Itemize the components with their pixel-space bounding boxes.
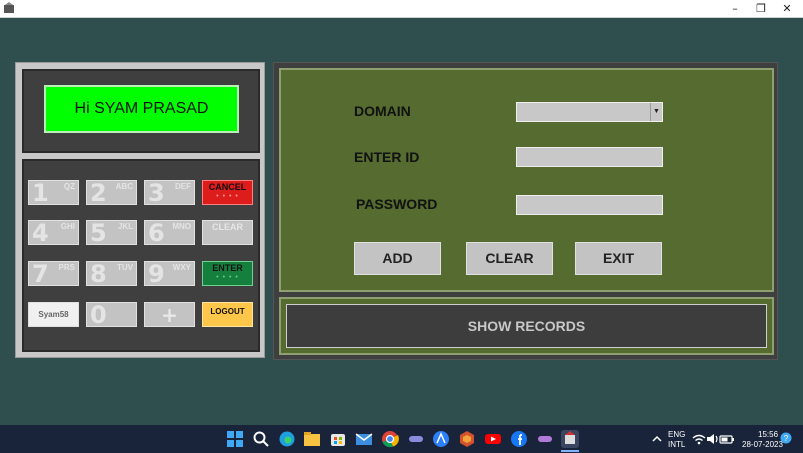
login-form: DOMAIN ▼ ENTER ID PASSWORD ADD CLEAR EXI… bbox=[279, 68, 774, 292]
add-button[interactable]: ADD bbox=[354, 242, 441, 275]
show-records-panel: SHOW RECORDS bbox=[279, 297, 774, 355]
search-icon[interactable] bbox=[252, 430, 270, 448]
key-digit: 4 bbox=[32, 219, 49, 247]
logout-button[interactable]: LOGOUT bbox=[202, 302, 253, 327]
key-7[interactable]: 7 PRS bbox=[28, 260, 79, 288]
key-letters: MNO bbox=[172, 222, 191, 231]
app-icon bbox=[4, 2, 14, 13]
user-id-button[interactable]: Syam58 bbox=[28, 302, 79, 327]
clear-button[interactable]: CLEAR bbox=[466, 242, 553, 275]
exit-button[interactable]: EXIT bbox=[575, 242, 662, 275]
language-top[interactable]: ENG bbox=[668, 430, 685, 439]
key-letters: WXY bbox=[172, 263, 191, 272]
key-1[interactable]: 1 QZ bbox=[28, 179, 79, 207]
file-explorer-icon[interactable] bbox=[303, 430, 321, 448]
youtube-icon[interactable] bbox=[484, 430, 502, 448]
form-container: DOMAIN ▼ ENTER ID PASSWORD ADD CLEAR EXI… bbox=[273, 62, 778, 360]
key-digit: 0 bbox=[90, 301, 107, 329]
edge-browser-icon[interactable] bbox=[278, 430, 296, 448]
svg-text:?: ? bbox=[784, 434, 789, 443]
key-5[interactable]: 5 JKL bbox=[86, 219, 137, 247]
app-store-icon[interactable] bbox=[432, 430, 450, 448]
key-letters: GHI bbox=[60, 222, 75, 231]
chevron-down-icon[interactable]: ▼ bbox=[650, 103, 662, 121]
clock-date[interactable]: 28-07-2023 bbox=[742, 440, 783, 449]
taskbar: ENG INTL 15:56 28-07-2023 ? bbox=[0, 425, 803, 453]
key-9[interactable]: 9 WXY bbox=[144, 260, 195, 288]
windows-start-icon[interactable] bbox=[226, 430, 244, 448]
greeting-display: Hi SYAM PRASAD bbox=[44, 85, 239, 133]
display-frame: Hi SYAM PRASAD bbox=[22, 69, 260, 153]
active-app-indicator bbox=[561, 450, 579, 452]
key-digit: 8 bbox=[90, 260, 107, 288]
enter-label: ENTER bbox=[212, 263, 243, 273]
atm-panel: Hi SYAM PRASAD 1 QZ 2 ABC 3 DEF CANCEL •… bbox=[15, 62, 265, 358]
title-bar: – ❐ ✕ bbox=[0, 0, 803, 18]
key-letters: DEF bbox=[175, 182, 191, 191]
chevron-up-icon[interactable] bbox=[648, 430, 666, 448]
logout-label: LOGOUT bbox=[210, 307, 245, 316]
show-records-button[interactable]: SHOW RECORDS bbox=[286, 304, 767, 348]
user-label: Syam58 bbox=[38, 310, 69, 319]
key-4[interactable]: 4 GHI bbox=[28, 219, 79, 247]
office-icon[interactable] bbox=[458, 430, 476, 448]
enter-id-label: ENTER ID bbox=[354, 149, 420, 165]
app-icon-generic-2[interactable] bbox=[536, 430, 554, 448]
password-label: PASSWORD bbox=[356, 196, 438, 212]
key-0[interactable]: 0 bbox=[86, 301, 137, 329]
domain-label: DOMAIN bbox=[354, 103, 411, 119]
close-button[interactable]: ✕ bbox=[774, 0, 800, 17]
plus-button[interactable]: + bbox=[144, 302, 195, 327]
plus-label: + bbox=[161, 303, 178, 327]
key-letters: JKL bbox=[117, 222, 133, 231]
key-digit: 9 bbox=[148, 260, 165, 288]
key-digit: 5 bbox=[90, 219, 107, 247]
key-dots: • • • • bbox=[216, 274, 239, 281]
key-digit: 2 bbox=[90, 179, 107, 207]
battery-icon[interactable] bbox=[718, 430, 736, 448]
cancel-button[interactable]: CANCEL • • • • bbox=[202, 180, 253, 205]
password-field[interactable] bbox=[516, 195, 663, 215]
clear-label: CLEAR bbox=[212, 222, 243, 232]
key-8[interactable]: 8 TUV bbox=[86, 260, 137, 288]
key-digit: 3 bbox=[148, 179, 165, 207]
key-digit: 6 bbox=[148, 219, 165, 247]
key-3[interactable]: 3 DEF bbox=[144, 179, 195, 207]
mail-icon[interactable] bbox=[355, 430, 373, 448]
clock-time[interactable]: 15:56 bbox=[758, 430, 778, 439]
key-2[interactable]: 2 ABC bbox=[86, 179, 137, 207]
keypad: 1 QZ 2 ABC 3 DEF CANCEL • • • • 4 GHI 5 … bbox=[22, 159, 260, 352]
key-letters: PRS bbox=[58, 263, 75, 272]
domain-select[interactable]: ▼ bbox=[516, 102, 663, 122]
key-digit: 7 bbox=[32, 260, 49, 288]
key-letters: QZ bbox=[63, 182, 75, 191]
enter-button[interactable]: ENTER • • • • bbox=[202, 261, 253, 286]
key-6[interactable]: 6 MNO bbox=[144, 219, 195, 247]
maximize-button[interactable]: ❐ bbox=[748, 0, 774, 17]
store-icon[interactable] bbox=[329, 430, 347, 448]
facebook-icon[interactable] bbox=[510, 430, 528, 448]
chrome-icon[interactable] bbox=[381, 430, 399, 448]
app-icon-generic[interactable] bbox=[407, 430, 425, 448]
help-icon[interactable]: ? bbox=[780, 432, 792, 444]
key-dots: • • • • bbox=[216, 193, 239, 200]
enter-id-field[interactable] bbox=[516, 147, 663, 167]
language-bottom[interactable]: INTL bbox=[668, 440, 685, 449]
key-letters: TUV bbox=[117, 263, 133, 272]
atm-app-icon[interactable] bbox=[561, 430, 579, 448]
minimize-button[interactable]: – bbox=[722, 0, 748, 17]
key-letters: ABC bbox=[115, 182, 133, 191]
key-digit: 1 bbox=[32, 179, 49, 207]
keypad-clear-button[interactable]: CLEAR bbox=[202, 220, 253, 245]
cancel-label: CANCEL bbox=[208, 182, 247, 192]
